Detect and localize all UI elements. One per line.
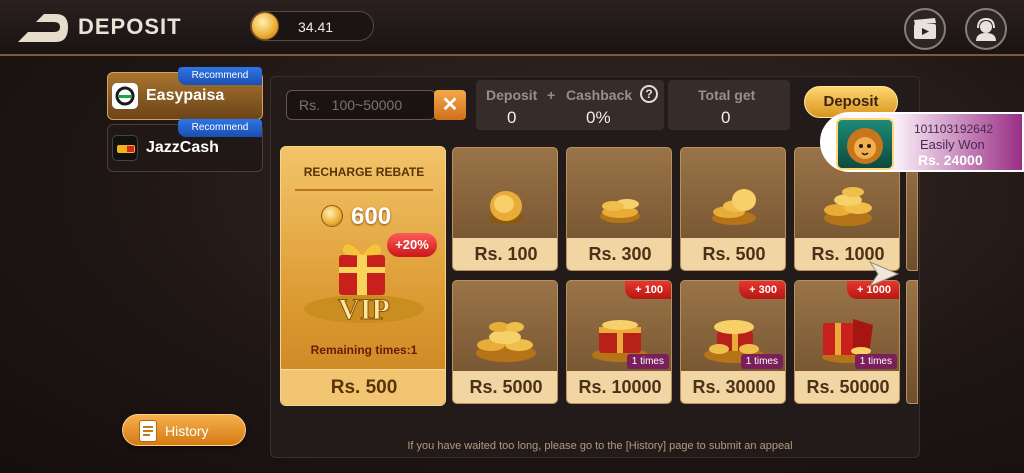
total-get-label: Total get bbox=[698, 87, 756, 103]
coin-pile-icon bbox=[824, 187, 872, 226]
amount-label: Rs. 300 bbox=[588, 244, 652, 264]
clapperboard-icon bbox=[914, 18, 936, 39]
total-get-value: 0 bbox=[721, 108, 731, 127]
plus-sign: + bbox=[547, 87, 556, 103]
payment-method-label: JazzCash bbox=[146, 139, 219, 156]
amount-label: Rs. 10000 bbox=[578, 377, 662, 397]
amount-card[interactable]: Rs. 500 bbox=[680, 147, 786, 271]
recommend-badge: Recommend bbox=[178, 67, 262, 85]
video-button[interactable] bbox=[904, 8, 946, 50]
amount-card[interactable]: Rs. 100 bbox=[452, 147, 558, 271]
coin-stack-icon bbox=[600, 199, 640, 223]
amount-label: Rs. 30000 bbox=[692, 377, 776, 397]
coin-heap-icon bbox=[476, 322, 536, 362]
document-icon bbox=[139, 420, 157, 442]
clear-input-button[interactable]: ✕ bbox=[434, 90, 466, 120]
balance-value: 34.41 bbox=[298, 19, 334, 35]
deposit-stat-label: Deposit bbox=[486, 87, 538, 103]
balance-display: 34.41 bbox=[250, 11, 374, 41]
total-get-summary: Total get 0 bbox=[668, 80, 790, 130]
scroll-right-arrow-icon[interactable] bbox=[868, 258, 902, 290]
winner-id: 101103192642 bbox=[914, 122, 994, 136]
deposit-stat-value: 0 bbox=[507, 108, 517, 127]
coin-icon bbox=[251, 12, 279, 40]
remaining-times: Remaining times:1 bbox=[310, 343, 418, 357]
jazzcash-logo-icon bbox=[112, 135, 138, 161]
recharge-rebate-card[interactable]: RECHARGE REBATE 600 VIP +20% Remaining t… bbox=[280, 146, 446, 406]
amount-label: Rs. 5000 bbox=[469, 377, 543, 397]
coin-icon bbox=[321, 205, 343, 227]
history-button[interactable]: History bbox=[122, 414, 246, 446]
coin-stack-icon bbox=[712, 189, 756, 225]
win-amount: Rs. 24000 bbox=[918, 152, 983, 168]
support-button[interactable] bbox=[965, 8, 1007, 50]
times-limit-badge: 1 times bbox=[740, 354, 783, 369]
history-label: History bbox=[165, 423, 209, 439]
times-limit-badge: 1 times bbox=[854, 354, 897, 369]
amount-label: Rs. 50000 bbox=[806, 377, 890, 397]
easypaisa-logo-icon bbox=[112, 83, 138, 109]
divider bbox=[295, 189, 433, 191]
win-notification-toast: 101103192642 Easily Won Rs. 24000 bbox=[820, 112, 1024, 172]
rebate-title: RECHARGE REBATE bbox=[303, 165, 425, 179]
amount-label: Rs. 500 bbox=[702, 244, 766, 264]
amount-card[interactable]: Rs. 10000 + 100 1 times bbox=[566, 280, 672, 404]
amount-card-partial[interactable] bbox=[906, 280, 918, 404]
cashback-stat-value: 0% bbox=[586, 108, 611, 127]
help-icon[interactable]: ? bbox=[640, 85, 658, 103]
appeal-note: If you have waited too long, please go t… bbox=[407, 440, 793, 452]
page-title: DEPOSIT bbox=[78, 14, 182, 39]
cashback-stat-label: Cashback bbox=[566, 87, 633, 103]
payment-method-jazzcash[interactable]: JazzCash Recommend bbox=[107, 119, 263, 172]
rebate-amount: 600 bbox=[351, 203, 392, 230]
amount-card[interactable]: Rs. 5000 bbox=[452, 280, 558, 404]
deposit-cashback-summary: Deposit + Cashback 0 0% bbox=[476, 80, 664, 130]
bonus-badge: + 300 bbox=[739, 281, 785, 299]
top-bar: DEPOSIT 34.41 bbox=[0, 0, 1024, 56]
amount-card[interactable]: Rs. 50000 + 1000 1 times bbox=[794, 280, 900, 404]
bonus-percent-badge: +20% bbox=[387, 233, 437, 257]
times-limit-badge: 1 times bbox=[626, 354, 669, 369]
amount-label: Rs. 100 bbox=[474, 244, 538, 264]
payment-method-label: Easypaisa bbox=[146, 87, 225, 104]
amount-card[interactable]: Rs. 300 bbox=[566, 147, 672, 271]
svg-text:VIP: VIP bbox=[338, 293, 390, 326]
win-message: Easily Won bbox=[920, 137, 985, 152]
rebate-price: Rs. 500 bbox=[330, 377, 398, 398]
coin-icon bbox=[488, 191, 524, 224]
recommend-badge: Recommend bbox=[178, 119, 262, 137]
bonus-badge: + 100 bbox=[625, 281, 671, 299]
lion-icon bbox=[847, 128, 883, 164]
customer-service-icon bbox=[976, 17, 996, 41]
game-thumbnail bbox=[836, 118, 894, 170]
payment-method-easypaisa[interactable]: Easypaisa Recommend bbox=[107, 67, 263, 120]
amount-input[interactable] bbox=[286, 90, 436, 120]
amount-card[interactable]: Rs. 30000 + 300 1 times bbox=[680, 280, 786, 404]
back-arrow-icon[interactable] bbox=[18, 12, 68, 42]
